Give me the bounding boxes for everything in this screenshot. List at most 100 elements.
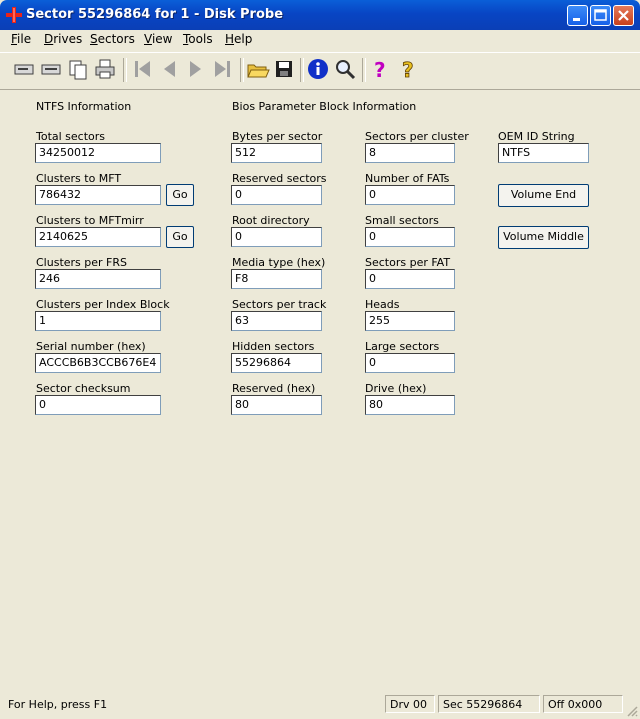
disk-probe-app-icon xyxy=(6,7,22,23)
bytes-per-sector-field[interactable]: 512 xyxy=(231,143,322,163)
maximize-button[interactable] xyxy=(590,5,611,26)
total-sectors-field[interactable]: 34250012 xyxy=(35,143,161,163)
toolbar-separator xyxy=(123,58,127,82)
sectors-per-cluster-label: Sectors per cluster xyxy=(365,130,469,143)
serial-number-field[interactable]: ACCCB6B3CCB676E4 xyxy=(35,353,161,373)
status-offset: Off 0x000 xyxy=(543,695,623,713)
minimize-button[interactable] xyxy=(567,5,588,26)
toolbar-separator xyxy=(362,58,366,82)
sectors-per-fat-label: Sectors per FAT xyxy=(365,256,451,269)
drive-icon xyxy=(14,64,34,75)
drive-alt-icon xyxy=(41,64,61,75)
clusters-to-mft-label: Clusters to MFT xyxy=(36,172,122,185)
last-sector-button[interactable] xyxy=(211,56,235,82)
drive-button[interactable] xyxy=(12,56,36,82)
bpb-info-heading: Bios Parameter Block Information xyxy=(232,100,417,113)
heads-label: Heads xyxy=(365,298,400,311)
minimize-icon xyxy=(573,18,580,21)
heads-field[interactable]: 255 xyxy=(365,311,455,331)
drive-hex-field[interactable]: 80 xyxy=(365,395,455,415)
root-directory-field[interactable]: 0 xyxy=(231,227,322,247)
hidden-sectors-label: Hidden sectors xyxy=(232,340,315,353)
reserved-hex-label: Reserved (hex) xyxy=(232,382,316,395)
sectors-per-fat-field[interactable]: 0 xyxy=(365,269,455,289)
open-folder-icon xyxy=(247,64,270,78)
clusters-to-mft-field[interactable]: 786432 xyxy=(35,185,161,205)
ntfs-info-heading: NTFS Information xyxy=(36,100,132,113)
sectors-per-cluster-field[interactable]: 8 xyxy=(365,143,455,163)
oem-id-label: OEM ID String xyxy=(498,130,575,143)
first-sector-button[interactable] xyxy=(130,56,154,82)
status-sector: Sec 55296864 xyxy=(438,695,540,713)
large-sectors-field[interactable]: 0 xyxy=(365,353,455,373)
sector-checksum-label: Sector checksum xyxy=(36,382,131,395)
svg-text:?: ? xyxy=(402,58,414,82)
window-title: Sector 55296864 for 1 - Disk Probe xyxy=(26,7,284,22)
small-sectors-label: Small sectors xyxy=(365,214,439,227)
clusters-per-index-block-label: Clusters per Index Block xyxy=(36,298,170,311)
first-icon xyxy=(135,61,150,77)
previous-sector-button[interactable] xyxy=(157,56,181,82)
number-of-fats-field[interactable]: 0 xyxy=(365,185,455,205)
root-directory-label: Root directory xyxy=(232,214,310,227)
save-icon xyxy=(276,61,292,77)
status-drive: Drv 00 xyxy=(385,695,435,713)
oem-id-field[interactable]: NTFS xyxy=(498,143,589,163)
close-icon xyxy=(618,10,629,21)
close-button[interactable] xyxy=(613,5,634,26)
help-icon: ? xyxy=(374,58,386,82)
clusters-to-mftmirr-label: Clusters to MFTmirr xyxy=(36,214,144,227)
go-mftmirr-button[interactable]: Go xyxy=(166,226,194,248)
maximize-icon xyxy=(594,9,607,21)
reserved-hex-field[interactable]: 80 xyxy=(231,395,322,415)
clusters-per-index-block-field[interactable]: 1 xyxy=(35,311,161,331)
menu-view[interactable]: View xyxy=(144,32,172,46)
small-sectors-field[interactable]: 0 xyxy=(365,227,455,247)
volume-end-button[interactable]: Volume End xyxy=(498,184,589,207)
toolbar: ? ? xyxy=(0,52,640,90)
menu-file[interactable]: File xyxy=(11,32,31,46)
reserved-sectors-field[interactable]: 0 xyxy=(231,185,322,205)
sectors-per-track-label: Sectors per track xyxy=(232,298,327,311)
print-button[interactable] xyxy=(93,56,117,82)
clusters-per-frs-field[interactable]: 246 xyxy=(35,269,161,289)
large-sectors-label: Large sectors xyxy=(365,340,440,353)
disk-probe-window: Sector 55296864 for 1 - Disk Probe File … xyxy=(0,0,640,719)
copy-icon xyxy=(69,60,87,80)
media-type-label: Media type (hex) xyxy=(232,256,326,269)
next-sector-button[interactable] xyxy=(184,56,208,82)
search-button[interactable] xyxy=(333,56,357,82)
open-button[interactable] xyxy=(246,56,270,82)
serial-number-label: Serial number (hex) xyxy=(36,340,146,353)
status-bar: For Help, press F1 Drv 00 Sec 55296864 O… xyxy=(0,692,640,719)
svg-text:?: ? xyxy=(374,58,386,82)
context-help-button[interactable]: ? xyxy=(396,56,420,82)
copy-button[interactable] xyxy=(66,56,90,82)
search-icon xyxy=(336,60,356,80)
info-button[interactable] xyxy=(306,56,330,82)
drive-alt-button[interactable] xyxy=(39,56,63,82)
number-of-fats-label: Number of FATs xyxy=(365,172,450,185)
clusters-to-mftmirr-field[interactable]: 2140625 xyxy=(35,227,161,247)
hidden-sectors-field[interactable]: 55296864 xyxy=(231,353,322,373)
prev-icon xyxy=(164,61,175,77)
menu-help[interactable]: Help xyxy=(225,32,252,46)
status-help-text: For Help, press F1 xyxy=(8,698,108,711)
title-bar[interactable]: Sector 55296864 for 1 - Disk Probe xyxy=(0,0,640,30)
save-button[interactable] xyxy=(272,56,296,82)
toolbar-separator xyxy=(240,58,244,82)
total-sectors-label: Total sectors xyxy=(36,130,106,143)
bytes-per-sector-label: Bytes per sector xyxy=(232,130,323,143)
go-mft-button[interactable]: Go xyxy=(166,184,194,206)
menu-sectors[interactable]: Sectors xyxy=(90,32,135,46)
print-icon xyxy=(95,59,115,79)
menu-tools[interactable]: Tools xyxy=(183,32,213,46)
volume-middle-button[interactable]: Volume Middle xyxy=(498,226,589,249)
resize-grip-icon[interactable] xyxy=(626,705,638,717)
media-type-field[interactable]: F8 xyxy=(231,269,322,289)
sectors-per-track-field[interactable]: 63 xyxy=(231,311,322,331)
menu-drives[interactable]: Drives xyxy=(44,32,82,46)
sector-checksum-field[interactable]: 0 xyxy=(35,395,161,415)
help-button[interactable]: ? xyxy=(368,56,392,82)
drive-hex-label: Drive (hex) xyxy=(365,382,427,395)
